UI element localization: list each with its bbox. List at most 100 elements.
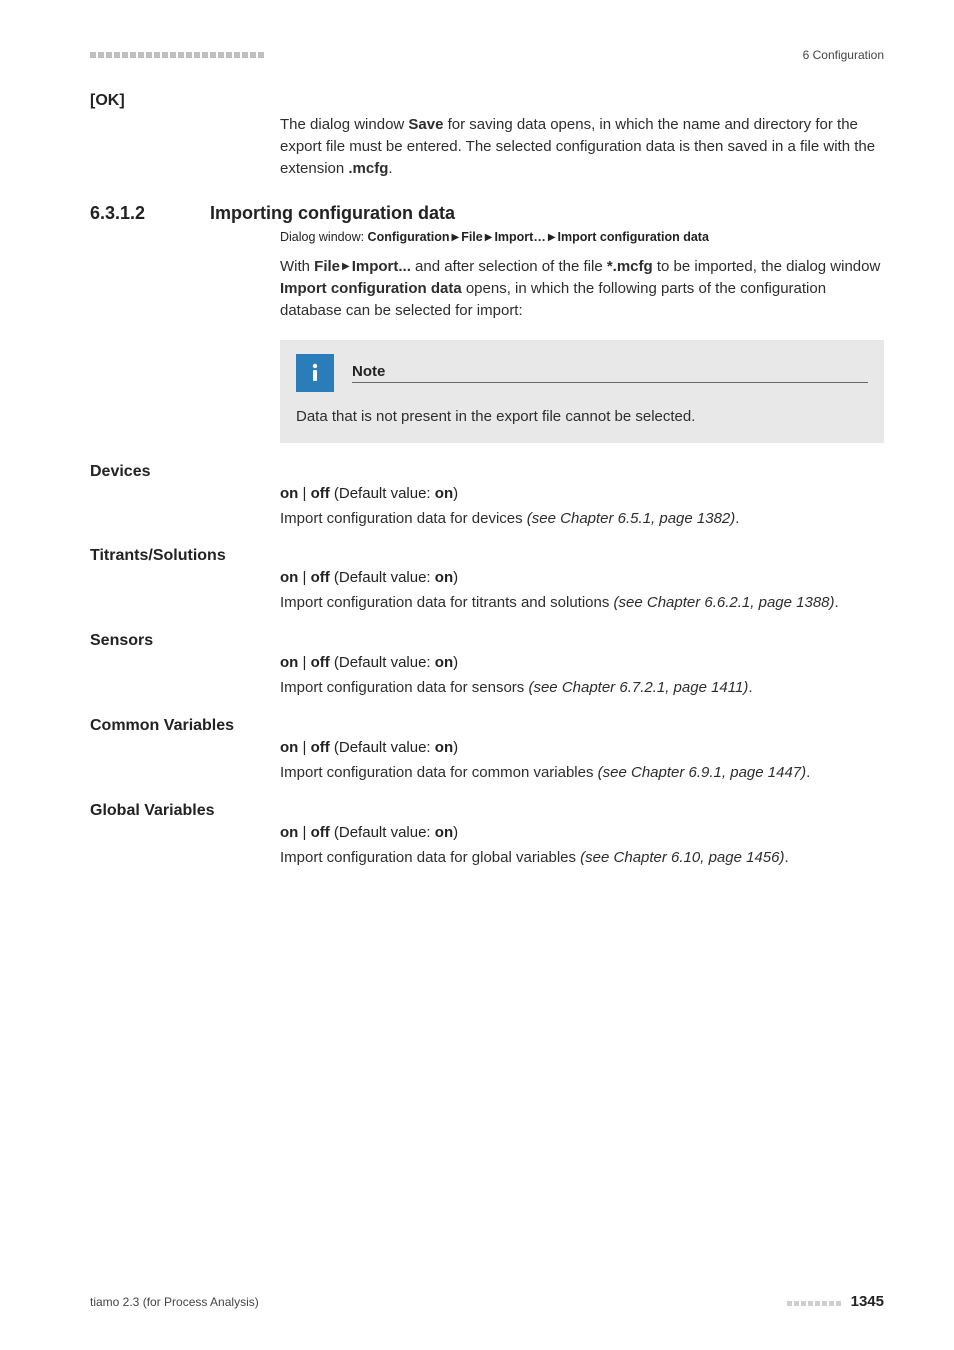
common-pre: Import configuration data for common var… bbox=[280, 764, 598, 781]
sensors-block: on | off (Default value: on) Import conf… bbox=[280, 654, 884, 699]
pipe: | bbox=[298, 824, 310, 841]
devices-post: . bbox=[735, 510, 739, 527]
common-ref: (see Chapter 6.9.1, page 1447) bbox=[598, 764, 806, 781]
note-title: Note bbox=[352, 363, 868, 380]
off: off bbox=[311, 569, 330, 586]
note-body: Data that is not present in the export f… bbox=[296, 408, 868, 425]
ok-description: The dialog window Save for saving data o… bbox=[280, 114, 884, 179]
devices-desc: Import configuration data for devices (s… bbox=[280, 508, 884, 530]
off: off bbox=[311, 485, 330, 502]
para-pre: With bbox=[280, 258, 314, 275]
section-paragraph: With File▶Import... and after selection … bbox=[280, 256, 884, 321]
sensors-onoff: on | off (Default value: on) bbox=[280, 654, 884, 671]
default-label: (Default value: bbox=[330, 485, 435, 502]
footer-left: tiamo 2.3 (for Process Analysis) bbox=[90, 1295, 259, 1309]
devices-pre: Import configuration data for devices bbox=[280, 510, 527, 527]
devices-label: Devices bbox=[90, 463, 884, 481]
section-title: Importing configuration data bbox=[210, 203, 455, 224]
header-dots-decor bbox=[90, 52, 264, 58]
sensors-desc: Import configuration data for sensors (s… bbox=[280, 677, 884, 699]
off: off bbox=[311, 824, 330, 841]
global-desc: Import configuration data for global var… bbox=[280, 847, 884, 869]
devices-onoff: on | off (Default value: on) bbox=[280, 485, 884, 502]
section-heading: 6.3.1.2 Importing configuration data bbox=[90, 203, 884, 224]
off: off bbox=[311, 654, 330, 671]
global-onoff: on | off (Default value: on) bbox=[280, 824, 884, 841]
common-label: Common Variables bbox=[90, 717, 884, 735]
common-post: . bbox=[806, 764, 810, 781]
sensors-ref: (see Chapter 6.7.2.1, page 1411) bbox=[528, 679, 748, 696]
sensors-post: . bbox=[748, 679, 752, 696]
close: ) bbox=[453, 569, 458, 586]
default-on: on bbox=[435, 739, 453, 756]
dialog-b4: Import configuration data bbox=[558, 230, 709, 244]
dialog-b1: Configuration bbox=[368, 230, 450, 244]
titrants-label: Titrants/Solutions bbox=[90, 547, 884, 565]
default-on: on bbox=[435, 485, 453, 502]
para-icd: Import configuration data bbox=[280, 280, 462, 297]
devices-ref: (see Chapter 6.5.1, page 1382) bbox=[527, 510, 735, 527]
page-header: 6 Configuration bbox=[90, 48, 884, 62]
global-block: on | off (Default value: on) Import conf… bbox=[280, 824, 884, 869]
para-mid2: to be imported, the dialog window bbox=[653, 258, 881, 275]
titrants-post: . bbox=[835, 594, 839, 611]
note-box: Note Data that is not present in the exp… bbox=[280, 340, 884, 443]
on: on bbox=[280, 569, 298, 586]
common-desc: Import configuration data for common var… bbox=[280, 762, 884, 784]
close: ) bbox=[453, 485, 458, 502]
global-label: Global Variables bbox=[90, 802, 884, 820]
sensors-pre: Import configuration data for sensors bbox=[280, 679, 528, 696]
page-footer: tiamo 2.3 (for Process Analysis) 1345 bbox=[90, 1293, 884, 1310]
pipe: | bbox=[298, 485, 310, 502]
on: on bbox=[280, 824, 298, 841]
global-pre: Import configuration data for global var… bbox=[280, 849, 580, 866]
default-on: on bbox=[435, 569, 453, 586]
footer-dots-decor bbox=[787, 1295, 843, 1309]
on: on bbox=[280, 654, 298, 671]
para-mcfg: *.mcfg bbox=[607, 258, 653, 275]
triangle-icon: ▶ bbox=[483, 232, 495, 243]
titrants-onoff: on | off (Default value: on) bbox=[280, 569, 884, 586]
on: on bbox=[280, 485, 298, 502]
para-mid1: and after selection of the file bbox=[411, 258, 607, 275]
triangle-icon: ▶ bbox=[546, 232, 558, 243]
close: ) bbox=[453, 739, 458, 756]
ok-text-1: The dialog window bbox=[280, 116, 408, 133]
global-ref: (see Chapter 6.10, page 1456) bbox=[580, 849, 784, 866]
default-label: (Default value: bbox=[330, 824, 435, 841]
pipe: | bbox=[298, 654, 310, 671]
global-post: . bbox=[784, 849, 788, 866]
info-icon bbox=[296, 354, 334, 392]
titrants-pre: Import configuration data for titrants a… bbox=[280, 594, 614, 611]
footer-page-number: 1345 bbox=[851, 1293, 884, 1310]
off: off bbox=[311, 739, 330, 756]
dialog-b3: Import… bbox=[494, 230, 545, 244]
dialog-b2: File bbox=[461, 230, 483, 244]
default-label: (Default value: bbox=[330, 654, 435, 671]
on: on bbox=[280, 739, 298, 756]
titrants-desc: Import configuration data for titrants a… bbox=[280, 592, 884, 614]
ok-save-bold: Save bbox=[408, 116, 443, 133]
devices-block: on | off (Default value: on) Import conf… bbox=[280, 485, 884, 530]
para-import: Import... bbox=[352, 258, 411, 275]
section-number: 6.3.1.2 bbox=[90, 203, 210, 224]
default-on: on bbox=[435, 824, 453, 841]
sensors-label: Sensors bbox=[90, 632, 884, 650]
default-on: on bbox=[435, 654, 453, 671]
common-block: on | off (Default value: on) Import conf… bbox=[280, 739, 884, 784]
pipe: | bbox=[298, 739, 310, 756]
ok-text-3: . bbox=[388, 160, 392, 177]
note-underline bbox=[352, 382, 868, 383]
titrants-block: on | off (Default value: on) Import conf… bbox=[280, 569, 884, 614]
triangle-icon: ▶ bbox=[340, 261, 352, 272]
common-onoff: on | off (Default value: on) bbox=[280, 739, 884, 756]
default-label: (Default value: bbox=[330, 569, 435, 586]
ok-label: [OK] bbox=[90, 92, 884, 110]
titrants-ref: (see Chapter 6.6.2.1, page 1388) bbox=[614, 594, 835, 611]
close: ) bbox=[453, 824, 458, 841]
ok-mcfg-bold: .mcfg bbox=[348, 160, 388, 177]
dialog-prefix: Dialog window: bbox=[280, 230, 368, 244]
pipe: | bbox=[298, 569, 310, 586]
para-file: File bbox=[314, 258, 340, 275]
header-chapter-label: 6 Configuration bbox=[803, 48, 884, 62]
